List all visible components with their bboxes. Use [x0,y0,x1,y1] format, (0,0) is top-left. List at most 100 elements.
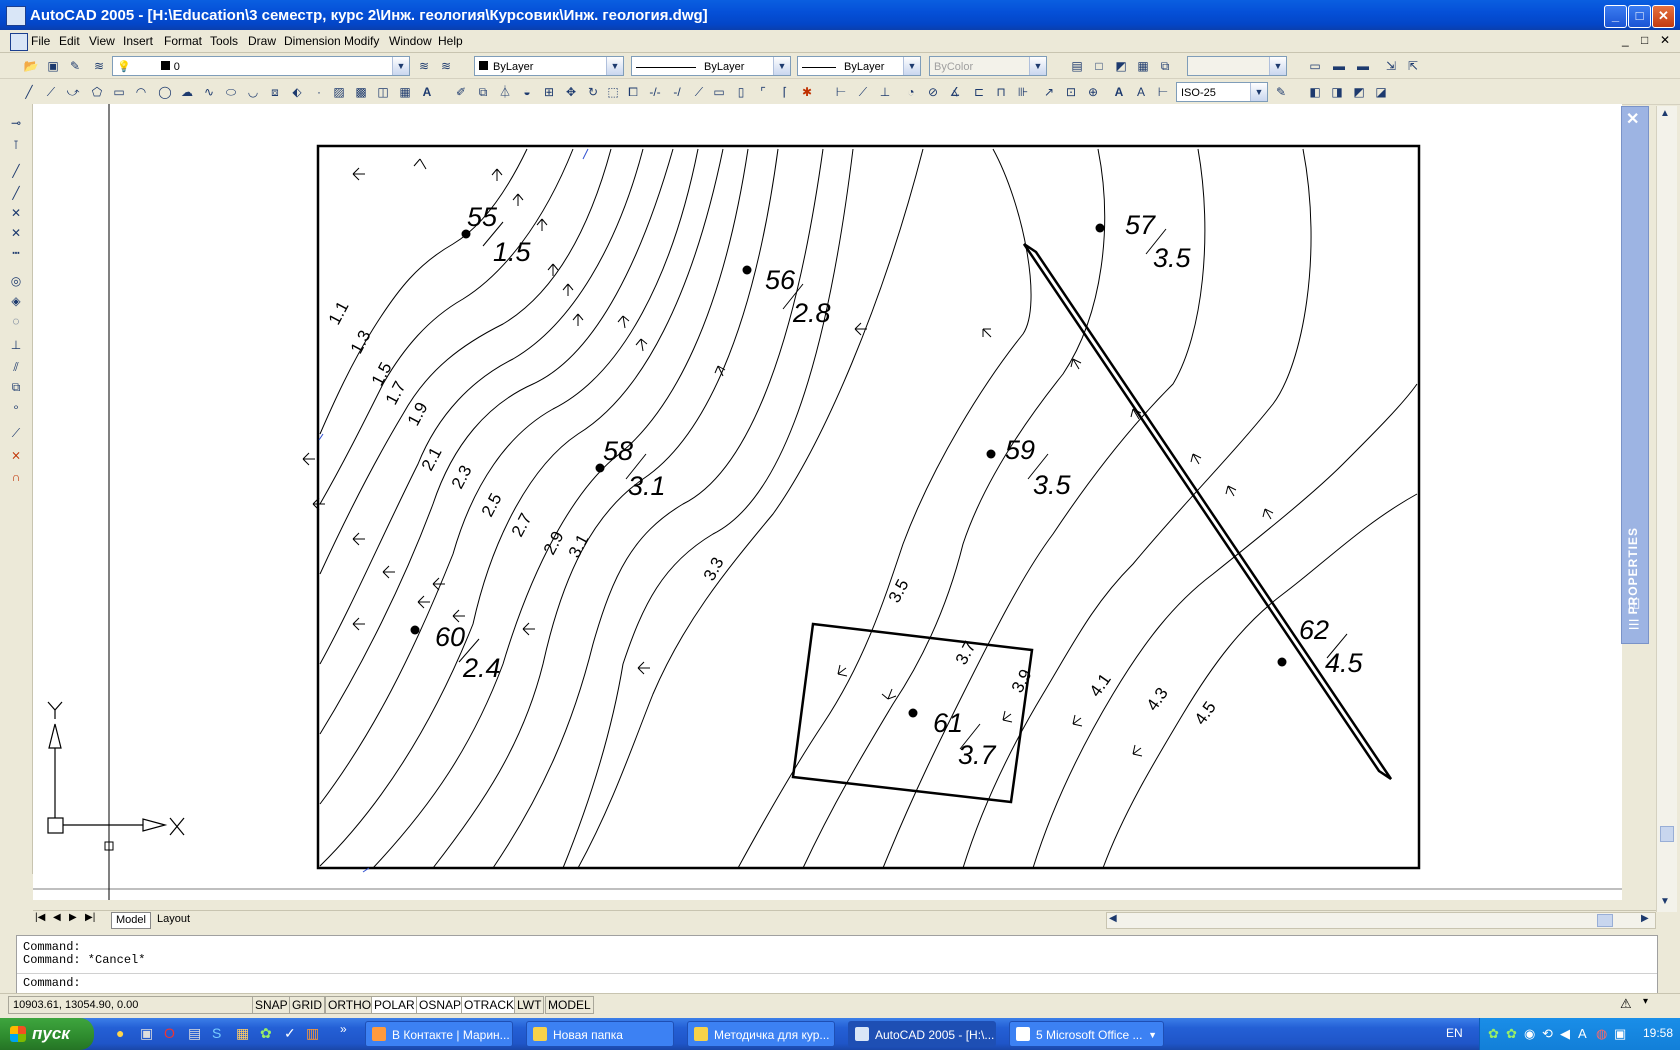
hscroll-thumb[interactable] [1597,914,1613,927]
menu-edit[interactable]: Edit [59,34,80,48]
array-icon[interactable]: ⊞ [540,83,558,101]
copy-icon[interactable]: ⧉ [474,83,492,101]
dim-style-icon[interactable]: ✎ [1272,83,1290,101]
menu-help[interactable]: Help [438,34,463,48]
vertical-scrollbar[interactable]: ▲ ▼ [1656,106,1677,912]
command-window[interactable]: Command: Command: *Cancel* Command: [16,935,1658,995]
snap-quadrant-icon[interactable]: ◈ [7,292,25,310]
lineweight-dropdown[interactable]: ByLayer ▼ [797,56,921,76]
scale-icon[interactable]: ⬚ [604,83,622,101]
clip-viewport-icon[interactable]: ⧉ [1156,57,1174,75]
menu-dimension[interactable]: Dimension [284,34,341,48]
menu-tools[interactable]: Tools [210,34,238,48]
move-icon[interactable]: ✥ [562,83,580,101]
skype-icon[interactable]: S [212,1025,221,1041]
save-icon[interactable]: ▣ [44,57,62,75]
linetype-dropdown[interactable]: ByLayer ▼ [631,56,791,76]
dim-continue-icon[interactable]: ⊪ [1014,83,1032,101]
dim-text-edit-icon[interactable]: A [1132,83,1150,101]
dim-aligned-icon[interactable]: ▬ [1330,57,1348,75]
circle-icon[interactable]: ◯ [156,83,174,101]
network-icon[interactable]: ▣ [1614,1026,1626,1042]
autocad-app-icon[interactable] [6,6,26,26]
palette-close-icon[interactable]: ✕ [1626,109,1639,129]
ortho-toggle[interactable]: ORTHO [325,996,375,1014]
snap-dashed-icon[interactable]: ┅ [7,244,25,262]
quick-dim-2-icon[interactable]: ⊏ [970,83,988,101]
document-icon[interactable] [10,33,28,51]
properties-palette[interactable]: ✕ PROPERTIES ◫ ☰ [1621,106,1649,644]
snap-tangent-icon[interactable]: ◌ [7,312,25,330]
menu-insert[interactable]: Insert [123,34,153,48]
status-menu-icon[interactable]: ▾ [1643,996,1648,1007]
dim-baseline-icon[interactable]: ⊓ [992,83,1010,101]
polar-toggle[interactable]: POLAR [371,996,418,1014]
clock[interactable]: 19:58 [1643,1026,1673,1040]
chevron-down-icon[interactable]: ▼ [606,57,623,75]
snap-nearest-icon[interactable]: ⟋ [7,424,25,442]
close-button[interactable]: ✕ [1652,5,1675,28]
dim-diameter-icon[interactable]: ⊘ [924,83,942,101]
total-commander-icon[interactable]: ▦ [236,1025,249,1042]
tab-prev-icon[interactable]: ◀ [53,912,61,923]
grid-toggle[interactable]: GRID [289,996,325,1014]
dim-ordinate-2-icon[interactable]: ⊥ [876,83,894,101]
scroll-left-icon[interactable]: ◀ [1109,913,1117,924]
antivirus-icon[interactable]: ◍ [1596,1026,1607,1042]
dim-angular-icon[interactable]: ∡ [946,83,964,101]
model-toggle[interactable]: MODEL [545,996,594,1014]
break-at-point-icon[interactable]: ▭ [710,83,728,101]
command-input-row[interactable]: Command: [17,973,1657,994]
rectangle-icon[interactable]: ▭ [110,83,128,101]
region-icon[interactable]: ◫ [374,83,392,101]
dim-update-2-icon[interactable]: ⊢ [1154,83,1172,101]
ellipse-arc-icon[interactable]: ◡ [244,83,262,101]
dim-ordinate-icon[interactable]: ▬ [1354,57,1372,75]
fillet-icon[interactable]: ⌈ [776,83,794,101]
snap-none-icon[interactable]: ⨯ [7,446,25,464]
snap-intersection-icon[interactable]: ╱ [7,162,25,180]
minimize-button[interactable]: _ [1604,5,1627,28]
arc-icon[interactable]: ◠ [132,83,150,101]
task-autocad[interactable]: AutoCAD 2005 - [H:\... [848,1021,996,1047]
task-vkontakte[interactable]: В Контакте | Марин... [365,1021,513,1047]
gradient-icon[interactable]: ▩ [352,83,370,101]
rotate-icon[interactable]: ↻ [584,83,602,101]
snap-insert-icon[interactable]: ⧉ [7,378,25,396]
osnap-toggle[interactable]: OSNAP [416,996,465,1014]
horizontal-scrollbar[interactable]: ◀ ▶ [1106,912,1656,929]
menu-view[interactable]: View [89,34,115,48]
snap-endpoint-icon[interactable]: ⊸ [7,114,25,132]
dim-update-icon[interactable]: ⇱ [1404,57,1422,75]
mirror-icon[interactable]: ⏃ [496,83,514,101]
dim-aligned-2-icon[interactable]: ⟋ [854,83,872,101]
dim-edit-icon[interactable]: A [1110,83,1128,101]
color-dropdown[interactable]: ByLayer ▼ [474,56,624,76]
drawing-canvas[interactable]: 1.1 1.3 1.5 1.7 1.9 2.1 2.3 2.5 2.7 2.9 … [33,104,1622,900]
tab-last-icon[interactable]: ▶| [85,912,95,923]
polyline-icon[interactable]: ⤻ [64,83,82,101]
point-icon[interactable]: · [310,83,328,101]
communication-center-icon[interactable]: ⚠ [1620,996,1632,1012]
mtext-icon[interactable]: A [418,83,436,101]
chamfer-icon[interactable]: ⌜ [754,83,772,101]
trim-icon[interactable]: -/- [646,83,664,101]
bring-above-icon[interactable]: ◩ [1350,83,1368,101]
menu-modify[interactable]: Modify [344,34,379,48]
tab-layout[interactable]: Layout [153,912,194,927]
dimstyle-dropdown[interactable]: ISO-25 ▼ [1176,82,1268,102]
layer-states-icon[interactable]: ≋ [437,57,455,75]
app-icon[interactable]: ▤ [188,1025,201,1042]
dim-radius-icon[interactable]: ◔ [902,83,920,101]
opera-icon[interactable]: O [164,1025,175,1041]
snap-node-icon[interactable]: ∘ [7,398,25,416]
osnap-settings-icon[interactable]: ∩ [7,468,25,486]
tab-next-icon[interactable]: ▶ [69,912,77,923]
scroll-thumb[interactable] [1660,826,1674,842]
palette-menu-icon[interactable]: ☰ [1628,617,1640,633]
app3-icon[interactable]: ▥ [306,1025,319,1042]
snap-toggle[interactable]: SNAP [252,996,291,1014]
explode-icon[interactable]: ✱ [798,83,816,101]
open-folder-icon[interactable]: 📂 [22,57,40,75]
scroll-up-icon[interactable]: ▲ [1660,108,1670,119]
